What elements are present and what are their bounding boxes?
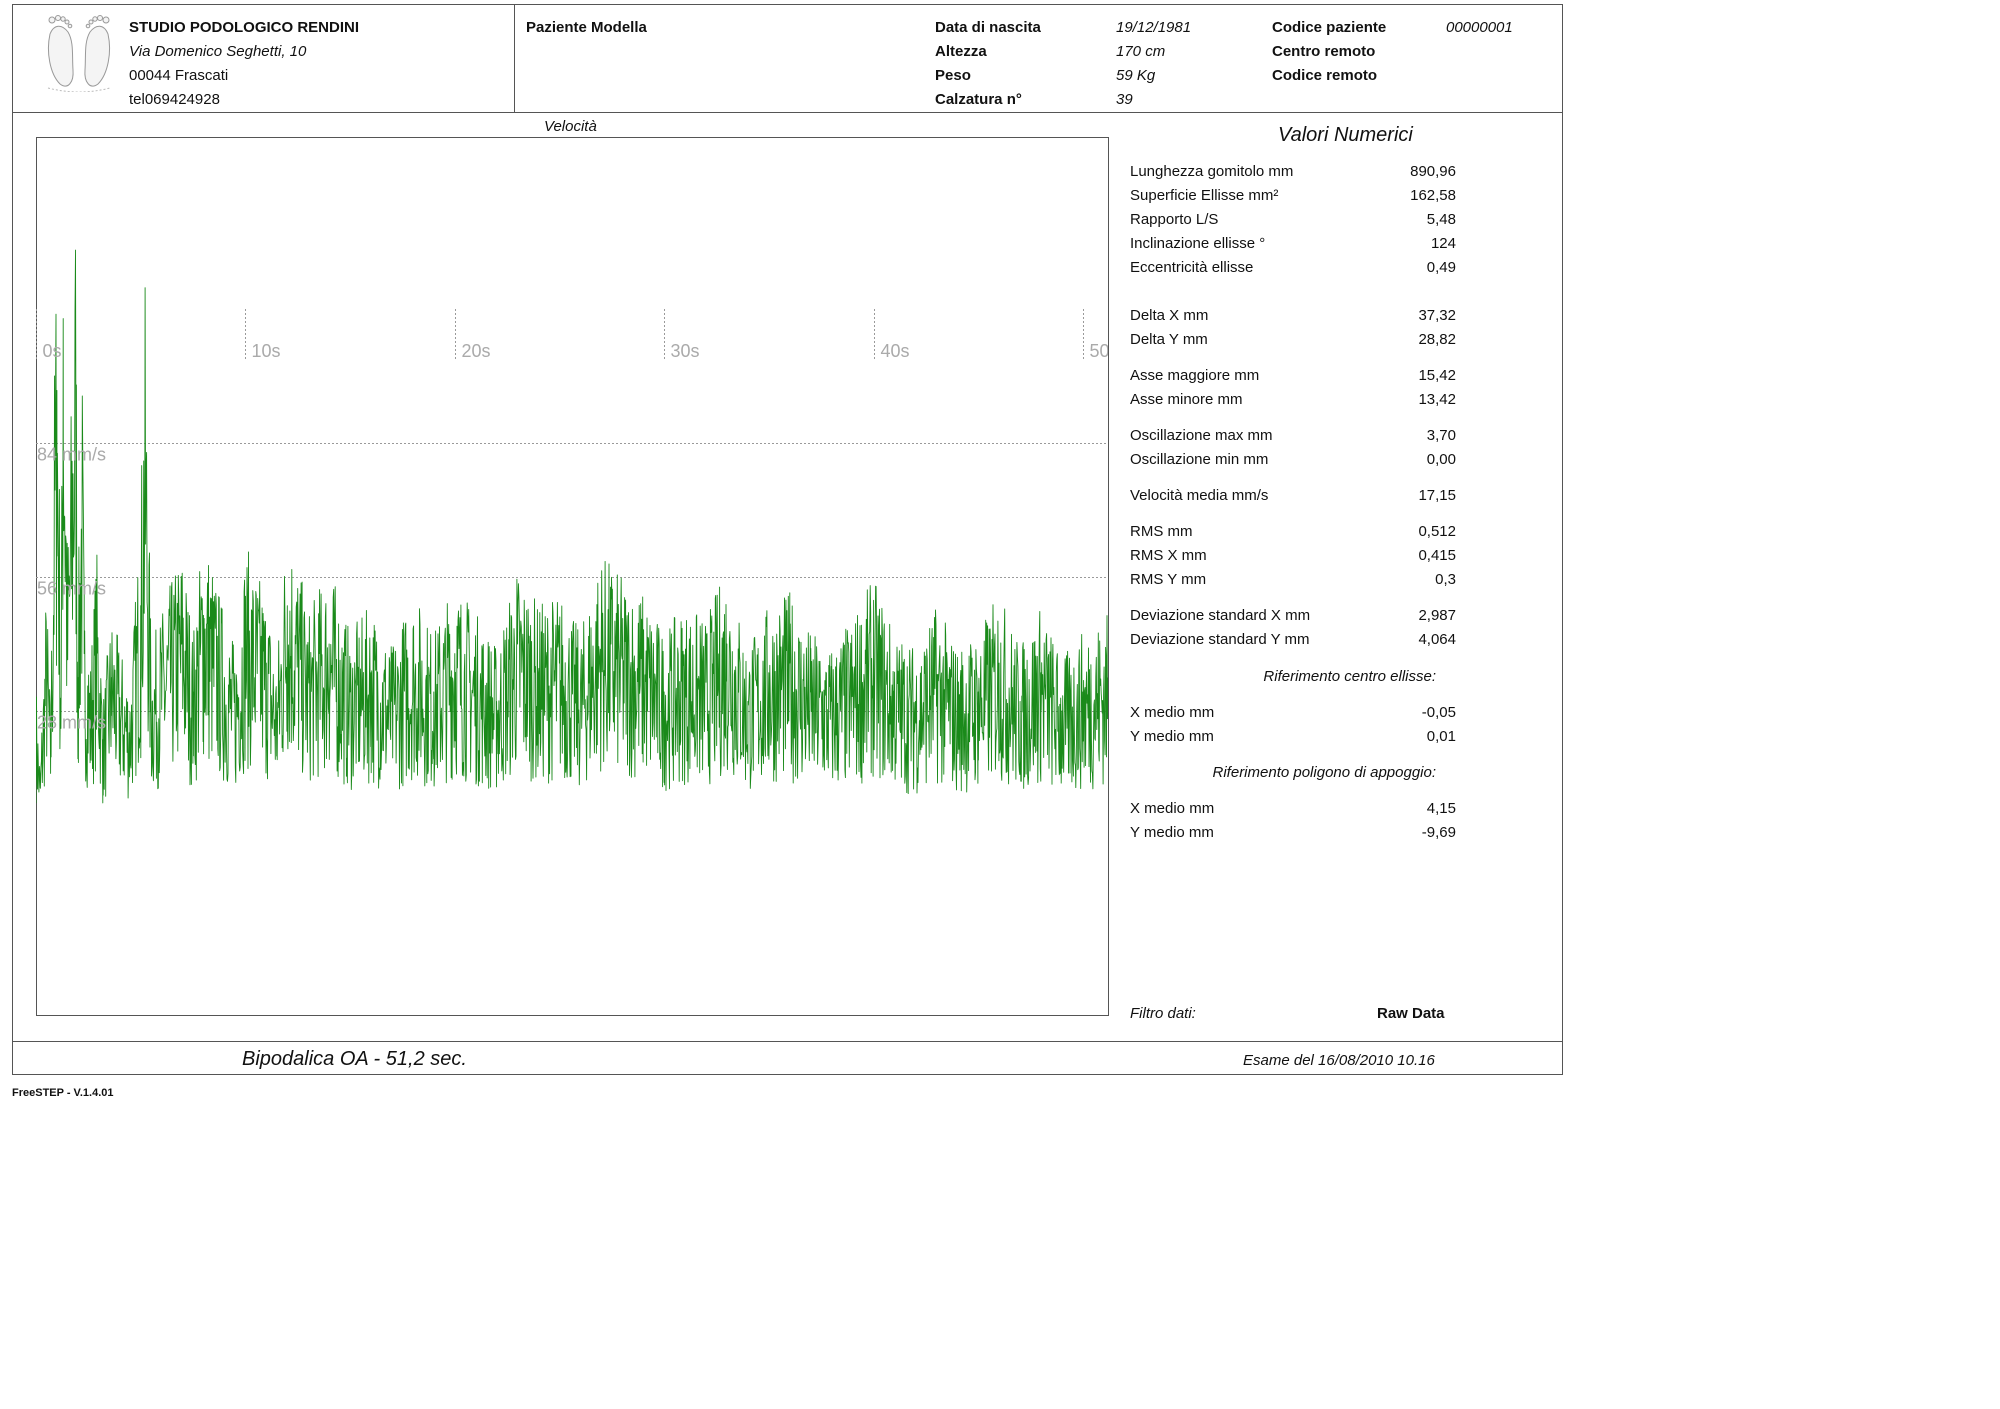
value-number: 2,987 xyxy=(1418,607,1456,624)
value-row-skein-length: Lunghezza gomitolo mm 890,96 xyxy=(1130,163,1456,185)
value-label: Eccentricità ellisse xyxy=(1130,259,1254,276)
value-row-ellipse-x-mean: X medio mm -0,05 xyxy=(1130,704,1456,726)
value-label: Lunghezza gomitolo mm xyxy=(1130,163,1294,180)
value-label: RMS X mm xyxy=(1130,547,1207,564)
value-label: Inclinazione ellisse ° xyxy=(1130,235,1266,252)
value-row-ellipse-eccentricity: Eccentricità ellisse 0,49 xyxy=(1130,259,1456,281)
value-number: 0,49 xyxy=(1426,259,1456,276)
value-number: 15,42 xyxy=(1418,367,1456,384)
data-filter-label: Filtro dati: xyxy=(1130,1005,1196,1022)
x-tick-label: 40s xyxy=(881,341,910,361)
value-row-ellipse-area: Superficie Ellisse mm² 162,58 xyxy=(1130,187,1456,209)
value-number: -9,69 xyxy=(1421,824,1456,841)
x-tick-label: 20s xyxy=(462,341,491,361)
value-row-minor-axis: Asse minore mm 13,42 xyxy=(1130,391,1456,413)
value-number: 162,58 xyxy=(1410,187,1456,204)
value-label: RMS mm xyxy=(1130,523,1193,540)
value-number: 0,01 xyxy=(1426,728,1456,745)
software-version: FreeSTEP - V.1.4.01 xyxy=(12,1087,114,1099)
value-label: Asse minore mm xyxy=(1130,391,1243,408)
value-number: 3,70 xyxy=(1426,427,1456,444)
value-number: 13,42 xyxy=(1418,391,1456,408)
y-tick-label: 84 mm/s xyxy=(37,445,106,465)
value-row-rms-x: RMS X mm 0,415 xyxy=(1130,547,1456,569)
value-row-std-dev-y: Deviazione standard Y mm 4,064 xyxy=(1130,631,1456,653)
value-row-rms-y: RMS Y mm 0,3 xyxy=(1130,571,1456,593)
value-label: Superficie Ellisse mm² xyxy=(1130,187,1279,204)
value-label: Y medio mm xyxy=(1130,824,1214,841)
exam-type: Bipodalica OA - 51,2 sec. xyxy=(242,1048,467,1070)
value-row-oscillation-min: Oscillazione min mm 0,00 xyxy=(1130,451,1456,473)
value-row-oscillation-max: Oscillazione max mm 3,70 xyxy=(1130,427,1456,449)
x-tick-label: 0s xyxy=(43,341,62,361)
value-row-major-axis: Asse maggiore mm 15,42 xyxy=(1130,367,1456,389)
value-label: Delta Y mm xyxy=(1130,331,1208,348)
ellipse-reference-title: Riferimento centro ellisse: xyxy=(1263,668,1436,685)
value-number: 0,415 xyxy=(1418,547,1456,564)
value-number: 17,15 xyxy=(1418,487,1456,504)
value-label: RMS Y mm xyxy=(1130,571,1207,588)
value-row-polygon-y-mean: Y medio mm -9,69 xyxy=(1130,824,1456,846)
value-label: Deviazione standard X mm xyxy=(1130,607,1311,624)
value-label: X medio mm xyxy=(1130,704,1215,721)
y-tick-label: 28 mm/s xyxy=(37,713,106,733)
value-number: 4,15 xyxy=(1426,800,1456,817)
value-row-delta-x: Delta X mm 37,32 xyxy=(1130,307,1456,329)
value-number: 37,32 xyxy=(1418,307,1456,324)
value-label: Asse maggiore mm xyxy=(1130,367,1260,384)
value-row-std-dev-x: Deviazione standard X mm 2,987 xyxy=(1130,607,1456,629)
value-row-ellipse-y-mean: Y medio mm 0,01 xyxy=(1130,728,1456,750)
data-filter-value: Raw Data xyxy=(1377,1005,1445,1022)
value-label: Y medio mm xyxy=(1130,728,1214,745)
value-number: 0,3 xyxy=(1435,571,1456,588)
value-number: 5,48 xyxy=(1426,211,1456,228)
value-row-rms: RMS mm 0,512 xyxy=(1130,523,1456,545)
value-label: Deviazione standard Y mm xyxy=(1130,631,1310,648)
value-label: X medio mm xyxy=(1130,800,1215,817)
value-row-mean-velocity: Velocità media mm/s 17,15 xyxy=(1130,487,1456,509)
value-row-ellipse-inclination: Inclinazione ellisse ° 124 xyxy=(1130,235,1456,257)
y-tick-label: 56 mm/s xyxy=(37,579,106,599)
polygon-reference-title: Riferimento poligono di appoggio: xyxy=(1212,764,1436,781)
value-label: Velocità media mm/s xyxy=(1130,487,1269,504)
value-label: Oscillazione max mm xyxy=(1130,427,1273,444)
value-number: -0,05 xyxy=(1421,704,1456,721)
value-row-ls-ratio: Rapporto L/S 5,48 xyxy=(1130,211,1456,233)
x-tick-label: 30s xyxy=(671,341,700,361)
value-label: Delta X mm xyxy=(1130,307,1209,324)
value-number: 124 xyxy=(1430,235,1456,252)
value-row-delta-y: Delta Y mm 28,82 xyxy=(1130,331,1456,353)
exam-date: Esame del 16/08/2010 10.16 xyxy=(1243,1052,1435,1069)
value-row-polygon-x-mean: X medio mm 4,15 xyxy=(1130,800,1456,822)
value-label: Oscillazione min mm xyxy=(1130,451,1269,468)
x-tick-label: 50s xyxy=(1090,341,1119,361)
value-number: 0,512 xyxy=(1418,523,1456,540)
values-panel-title: Valori Numerici xyxy=(1278,124,1413,146)
value-number: 4,064 xyxy=(1418,631,1456,648)
x-tick-label: 10s xyxy=(252,341,281,361)
value-number: 28,82 xyxy=(1418,331,1456,348)
value-number: 890,96 xyxy=(1410,163,1456,180)
value-label: Rapporto L/S xyxy=(1130,211,1219,228)
value-number: 0,00 xyxy=(1426,451,1456,468)
plot-area xyxy=(36,137,1109,1016)
